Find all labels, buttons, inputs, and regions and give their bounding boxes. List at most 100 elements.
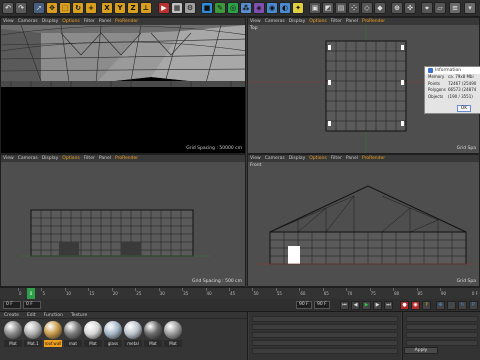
apply-button[interactable]: Apply (404, 347, 438, 354)
deformer-icon[interactable]: ◈ (253, 2, 265, 14)
front-viewport[interactable]: View Cameras Display Options Filter Pane… (247, 154, 480, 287)
menu-prorender[interactable]: ProRender (115, 156, 138, 161)
material-item[interactable]: Mat (4, 321, 22, 347)
menu-view[interactable]: View (250, 19, 261, 24)
redo-icon[interactable]: ↷ (15, 2, 27, 14)
menu-options[interactable]: Options (309, 19, 326, 24)
render-picture-viewer-icon[interactable]: ▦ (171, 2, 183, 14)
move-tool-icon[interactable]: ✥ (46, 2, 58, 14)
rotation-key-icon[interactable]: ↻ (458, 301, 467, 310)
material-item[interactable]: Mat (164, 321, 182, 347)
menu-display[interactable]: Display (289, 19, 306, 24)
x-axis-lock-icon[interactable]: X (101, 2, 113, 14)
menu-cameras[interactable]: Cameras (18, 19, 38, 24)
autokey-icon[interactable]: ◉ (411, 301, 420, 310)
snap-icon[interactable]: ⌖ (421, 2, 433, 14)
enable-axis-icon[interactable]: ⊕ (391, 2, 403, 14)
tweak-mode-icon[interactable]: ✜ (404, 2, 416, 14)
y-axis-lock-icon[interactable]: Y (114, 2, 126, 14)
scene-object-icon[interactable]: ◉ (266, 2, 278, 14)
menu-filter[interactable]: Filter (331, 19, 342, 24)
camera-object-icon[interactable]: ◐ (279, 2, 291, 14)
coordinate-row[interactable] (252, 348, 398, 354)
undo-icon[interactable]: ↶ (2, 2, 14, 14)
material-item[interactable]: Mat (144, 321, 162, 347)
model-mode-icon[interactable]: ◩ (322, 2, 334, 14)
keyframe-selection-icon[interactable]: ? (422, 301, 431, 310)
menu-panel[interactable]: Panel (99, 19, 111, 24)
menu-filter[interactable]: Filter (84, 156, 95, 161)
generator-object-icon[interactable]: ◎ (227, 2, 239, 14)
menu-display[interactable]: Display (289, 156, 306, 161)
play-icon[interactable]: ▶ (362, 301, 371, 310)
menu-panel[interactable]: Panel (99, 156, 111, 161)
next-key-icon[interactable]: ▶ (373, 301, 382, 310)
menu-prorender[interactable]: ProRender (362, 156, 385, 161)
menu-display[interactable]: Display (42, 19, 59, 24)
min-frame-field[interactable]: 0 F (23, 301, 41, 309)
polygon-mode-icon[interactable]: ◆ (374, 2, 386, 14)
menu-panel[interactable]: Panel (346, 19, 358, 24)
perspective-viewport[interactable]: View Cameras Display Options Filter Pane… (0, 17, 246, 154)
position-key-icon[interactable]: ✥ (436, 301, 445, 310)
menu-filter[interactable]: Filter (84, 19, 95, 24)
coordinate-row[interactable] (252, 332, 398, 338)
ok-button[interactable]: OK (457, 105, 471, 112)
menu-create[interactable]: Create (4, 313, 19, 318)
menu-options[interactable]: Options (309, 156, 326, 161)
attribute-row[interactable] (406, 332, 478, 338)
start-frame-field[interactable]: 0 F (3, 301, 21, 309)
material-item[interactable]: roof.wall (44, 321, 62, 347)
menu-view[interactable]: View (3, 19, 14, 24)
rotate-tool-icon[interactable]: ↻ (72, 2, 84, 14)
material-item[interactable]: glass (104, 321, 122, 347)
timeline-playhead[interactable]: 0 (27, 288, 35, 299)
timeline-ruler[interactable]: 0 5 10 15 20 25 30 35 40 45 50 55 60 65 70 75 80 85 90 0 0… (0, 287, 480, 299)
menu-edit[interactable]: Edit (27, 313, 36, 318)
coordinate-row[interactable] (252, 316, 398, 322)
point-mode-icon[interactable]: ⁘ (348, 2, 360, 14)
coordinate-system-icon[interactable]: ⊥ (140, 2, 152, 14)
previous-key-icon[interactable]: ◀ (351, 301, 360, 310)
material-item[interactable]: mat (64, 321, 82, 347)
menu-function[interactable]: Function (44, 313, 63, 318)
spline-pen-icon[interactable]: ✎ (214, 2, 226, 14)
select-tool-icon[interactable]: ➚ (33, 2, 45, 14)
render-view-icon[interactable]: ▶ (158, 2, 170, 14)
array-object-icon[interactable]: ⁂ (240, 2, 252, 14)
attribute-row[interactable] (406, 340, 478, 346)
menu-prorender[interactable]: ProRender (362, 19, 385, 24)
layout-menu-icon[interactable]: ▾ (464, 2, 476, 14)
light-object-icon[interactable]: ✦ (292, 2, 304, 14)
attribute-row[interactable] (406, 316, 478, 322)
scale-tool-icon[interactable]: ⬚ (59, 2, 71, 14)
cube-object-icon[interactable]: ■ (201, 2, 213, 14)
material-item[interactable]: Mat (84, 321, 102, 347)
menu-display[interactable]: Display (42, 156, 59, 161)
texture-mode-icon[interactable]: ▤ (335, 2, 347, 14)
param-key-icon[interactable]: P (469, 301, 478, 310)
menu-cameras[interactable]: Cameras (265, 19, 285, 24)
scale-key-icon[interactable]: ⬚ (447, 301, 456, 310)
material-item[interactable]: metal (124, 321, 142, 347)
recent-tool-icon[interactable]: + (85, 2, 97, 14)
coordinate-row[interactable] (252, 340, 398, 346)
coordinate-row[interactable] (252, 324, 398, 330)
menu-view[interactable]: View (3, 156, 14, 161)
workplane-icon[interactable]: ▱ (434, 2, 446, 14)
menu-cameras[interactable]: Cameras (265, 156, 285, 161)
go-to-end-icon[interactable]: ⏭ (384, 301, 393, 310)
menu-options[interactable]: Options (62, 19, 79, 24)
menu-panel[interactable]: Panel (346, 156, 358, 161)
make-editable-icon[interactable]: ▣ (309, 2, 321, 14)
material-item[interactable]: Mat.1 (24, 321, 42, 347)
right-viewport[interactable]: View Cameras Display Options Filter Pane… (0, 154, 246, 287)
layout-icon[interactable]: ≡ (449, 2, 461, 14)
end-frame-field[interactable]: 90 F (296, 301, 312, 309)
menu-texture[interactable]: Texture (71, 313, 87, 318)
go-to-start-icon[interactable]: ⏮ (340, 301, 349, 310)
attribute-row[interactable] (406, 324, 478, 330)
edge-mode-icon[interactable]: ◇ (361, 2, 373, 14)
menu-options[interactable]: Options (62, 156, 79, 161)
render-settings-icon[interactable]: ⚙ (184, 2, 196, 14)
